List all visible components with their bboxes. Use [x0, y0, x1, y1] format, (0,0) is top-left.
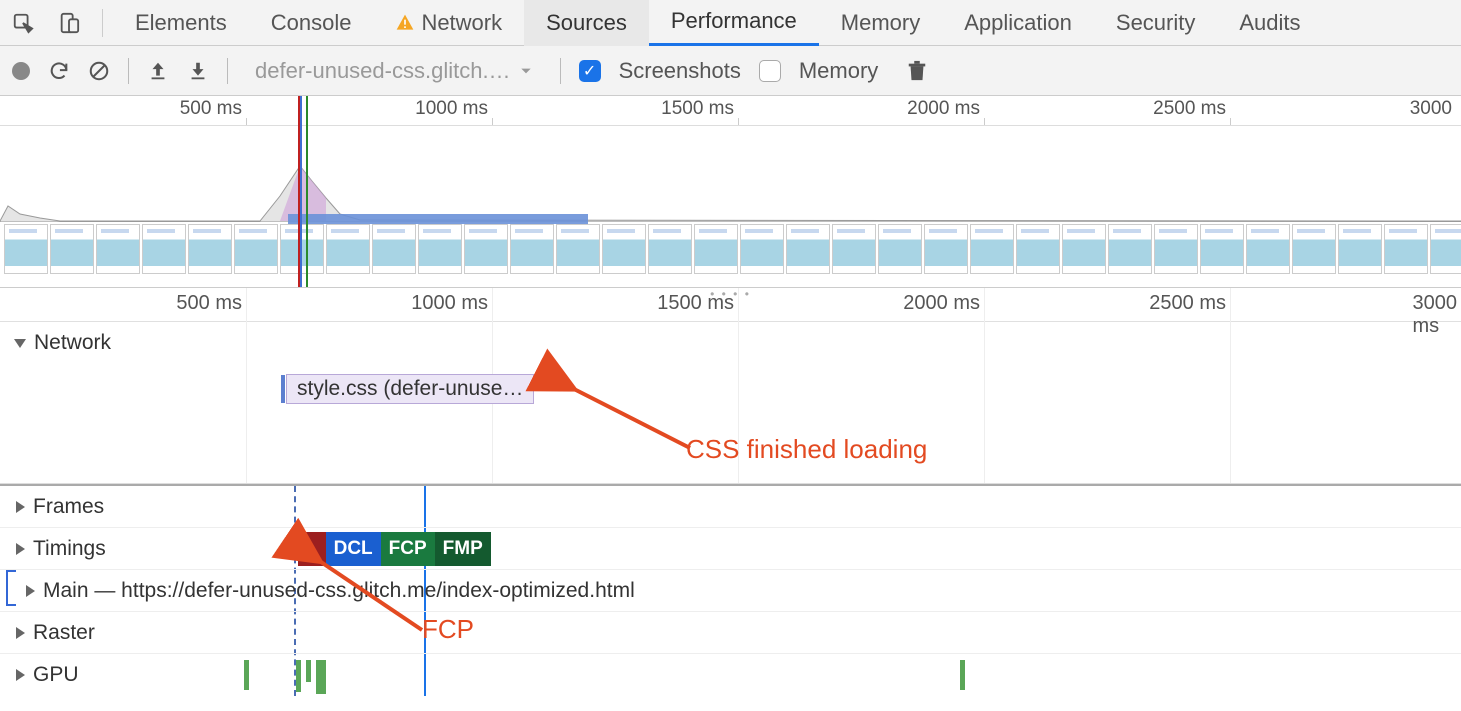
network-label: Network: [34, 331, 111, 355]
performance-toolbar: defer-unused-css.glitch.… ✓ Screenshots …: [0, 46, 1461, 96]
frames-row[interactable]: Frames: [0, 486, 1461, 528]
divider: [560, 58, 561, 84]
chevron-down-icon: [519, 64, 533, 78]
main-label: Main — https://defer-unused-css.glitch.m…: [43, 579, 635, 603]
chevron-down-icon: [14, 339, 26, 348]
chevron-right-icon: [16, 543, 25, 555]
divider: [102, 9, 103, 37]
badge-fcp[interactable]: FCP: [381, 532, 435, 566]
memory-label: Memory: [799, 58, 878, 84]
tab-elements[interactable]: Elements: [113, 0, 249, 46]
overview-tick: 3000: [1410, 98, 1456, 120]
marker-line: [306, 96, 308, 287]
gpu-row[interactable]: GPU: [0, 654, 1461, 696]
gpu-label: GPU: [33, 663, 79, 687]
marker-line: [298, 96, 300, 287]
tick: 2500 ms: [1149, 292, 1230, 315]
reload-icon[interactable]: [48, 60, 70, 82]
overview-tick: 1000 ms: [415, 98, 492, 120]
network-section-header[interactable]: Network: [0, 322, 1461, 364]
tab-performance[interactable]: Performance: [649, 0, 819, 46]
overview-ruler: 500 ms 1000 ms 1500 ms 2000 ms 2500 ms 3…: [0, 96, 1461, 126]
raster-row[interactable]: Raster: [0, 612, 1461, 654]
timings-row[interactable]: Timings L DCL FCP FMP: [0, 528, 1461, 570]
network-request-label: style.css (defer-unuse…: [297, 377, 523, 400]
tick: 2000 ms: [903, 292, 984, 315]
record-button[interactable]: [12, 62, 30, 80]
overview-pane[interactable]: 500 ms 1000 ms 1500 ms 2000 ms 2500 ms 3…: [0, 96, 1461, 288]
main-marker: [6, 570, 16, 606]
badge-load[interactable]: L: [298, 532, 326, 566]
divider: [128, 58, 129, 84]
tab-network[interactable]: Network: [373, 0, 524, 46]
tick: 500 ms: [176, 292, 246, 315]
tab-memory[interactable]: Memory: [819, 0, 942, 46]
clear-icon[interactable]: [88, 60, 110, 82]
chevron-right-icon: [16, 627, 25, 639]
tab-audits[interactable]: Audits: [1217, 0, 1322, 46]
overview-tick: 500 ms: [180, 98, 246, 120]
details-pane: 500 ms 1000 ms 1500 ms 2000 ms 2500 ms 3…: [0, 288, 1461, 486]
raster-label: Raster: [33, 621, 95, 645]
tab-sources[interactable]: Sources: [524, 0, 649, 46]
chevron-right-icon: [26, 585, 35, 597]
frames-label: Frames: [33, 495, 104, 519]
screenshots-strip: [0, 222, 1461, 278]
tab-security[interactable]: Security: [1094, 0, 1217, 46]
flamechart-pane: Frames Timings L DCL FCP FMP Main — http…: [0, 486, 1461, 696]
memory-checkbox[interactable]: [759, 60, 781, 82]
overview-tick: 2500 ms: [1153, 98, 1230, 120]
timing-badges: L DCL FCP FMP: [298, 528, 491, 570]
tab-console[interactable]: Console: [249, 0, 374, 46]
overview-tick: 1500 ms: [661, 98, 738, 120]
devtools-tabbar: Elements Console Network Sources Perform…: [0, 0, 1461, 46]
tab-application[interactable]: Application: [942, 0, 1094, 46]
network-request-bar[interactable]: style.css (defer-unuse…: [286, 374, 534, 404]
network-track[interactable]: style.css (defer-unuse…: [0, 364, 1461, 484]
overview-tick: 2000 ms: [907, 98, 984, 120]
inspect-icon[interactable]: [0, 0, 46, 46]
upload-icon[interactable]: [147, 60, 169, 82]
screenshots-checkbox[interactable]: ✓: [579, 60, 601, 82]
resize-handle[interactable]: • • • •: [710, 287, 751, 301]
badge-dcl[interactable]: DCL: [326, 532, 381, 566]
device-toggle-icon[interactable]: [46, 0, 92, 46]
divider: [227, 58, 228, 84]
screenshots-label: Screenshots: [619, 58, 741, 84]
download-icon[interactable]: [187, 60, 209, 82]
warning-icon: [395, 13, 415, 33]
main-row[interactable]: Main — https://defer-unused-css.glitch.m…: [0, 570, 1461, 612]
marker-line: [300, 96, 302, 287]
chevron-right-icon: [16, 669, 25, 681]
recording-dropdown[interactable]: defer-unused-css.glitch.…: [246, 55, 542, 87]
badge-fmp[interactable]: FMP: [435, 532, 491, 566]
chevron-right-icon: [16, 501, 25, 513]
timings-label: Timings: [33, 537, 106, 561]
cpu-chart: [0, 126, 1461, 222]
tick: 1000 ms: [411, 292, 492, 315]
trash-icon[interactable]: [906, 58, 928, 84]
